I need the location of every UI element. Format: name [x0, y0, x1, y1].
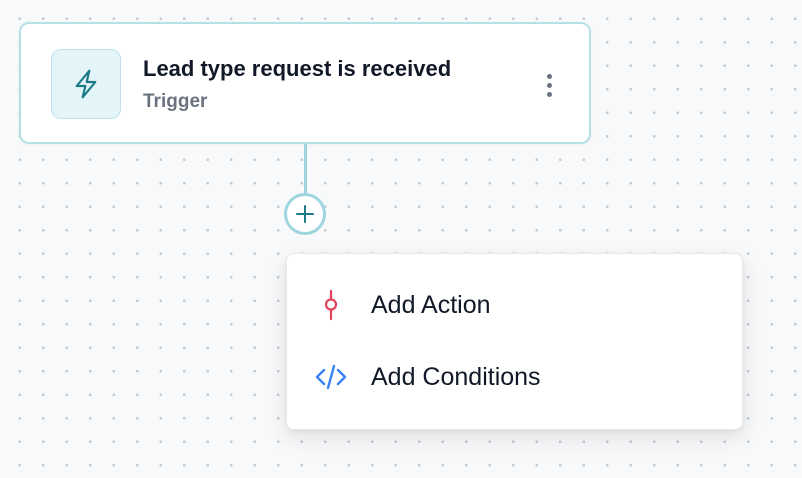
lightning-bolt-icon — [75, 69, 97, 99]
plus-icon — [296, 205, 314, 223]
trigger-card[interactable]: Lead type request is received Trigger — [19, 22, 591, 144]
commit-node-icon — [315, 289, 347, 321]
code-brackets-icon — [315, 361, 347, 393]
trigger-subtitle: Trigger — [143, 91, 208, 112]
add-action-menu-item[interactable]: Add Action — [287, 275, 742, 335]
trigger-icon-box — [51, 49, 121, 119]
trigger-title: Lead type request is received — [143, 56, 452, 81]
add-step-menu: Add Action Add Conditions — [286, 253, 743, 430]
connector-line — [304, 144, 307, 194]
add-conditions-label: Add Conditions — [371, 362, 541, 391]
add-conditions-menu-item[interactable]: Add Conditions — [287, 347, 742, 407]
add-step-button[interactable] — [284, 193, 326, 235]
add-action-label: Add Action — [371, 290, 491, 319]
vertical-ellipsis-icon[interactable] — [536, 70, 562, 100]
